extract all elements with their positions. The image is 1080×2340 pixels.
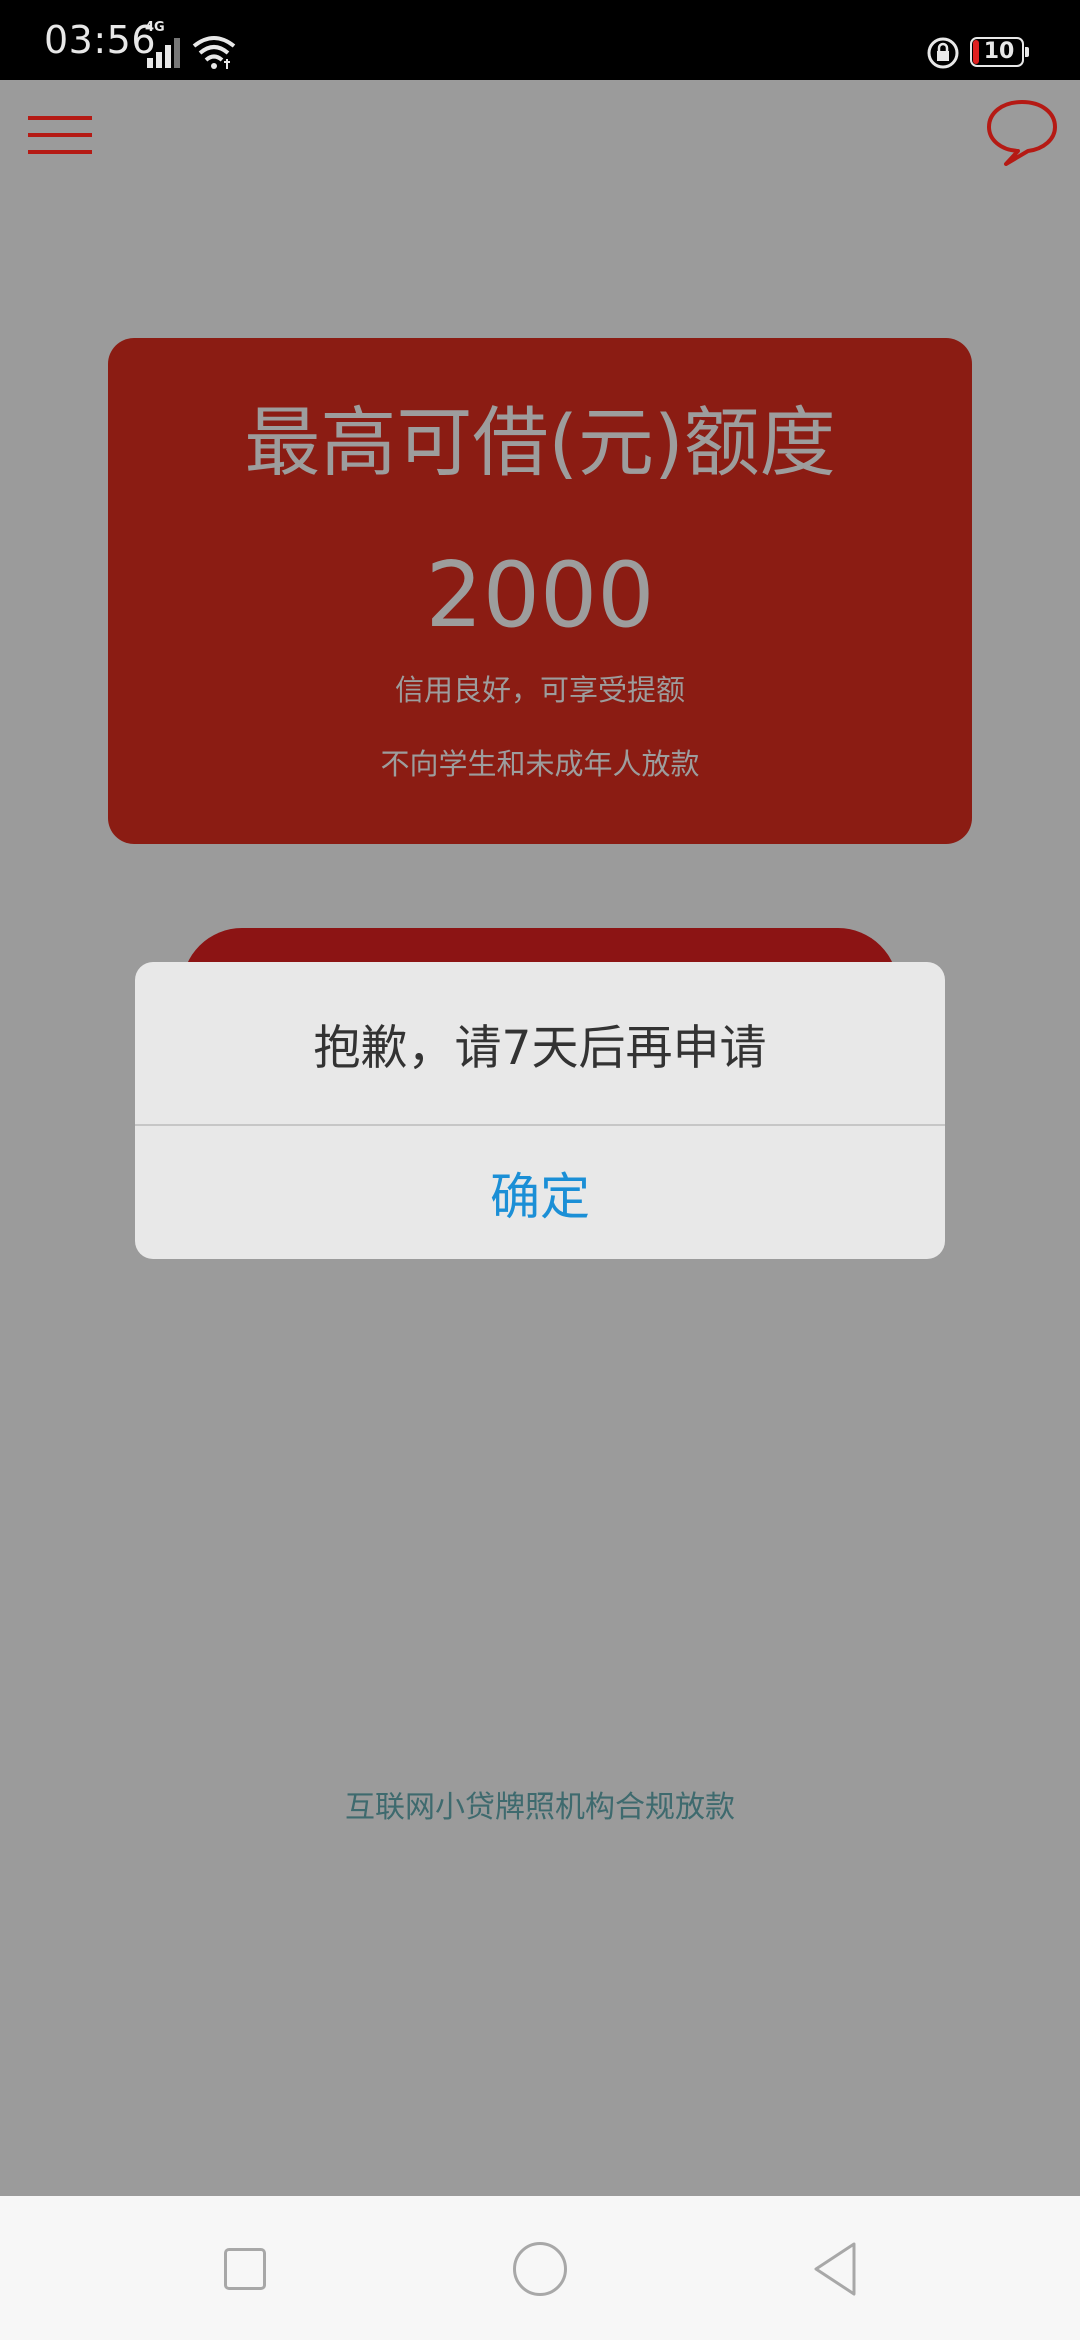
wifi-icon [192,36,236,69]
back-icon[interactable] [810,2240,860,2298]
hamburger-menu-icon[interactable] [28,112,92,158]
network-label: 4G [145,20,165,35]
status-time: 03:56 [44,18,157,62]
chat-bubble-icon[interactable] [984,96,1060,168]
footer-note: 互联网小贷牌照机构合规放款 [345,1790,735,1825]
alert-dialog: 抱歉，请7天后再申请 确定 [135,962,945,1259]
battery-level: 10 [983,39,1015,64]
status-bar: 03:56 4G 10 [0,0,1080,80]
credit-limit-subtitle-2: 不向学生和未成年人放款 [380,747,700,781]
signal-icon [147,38,180,68]
rotation-lock-icon [927,37,959,69]
dialog-confirm-button[interactable]: 确定 [135,1126,945,1259]
credit-limit-card: 最高可借(元)额度 2000 信用良好，可享受提额 不向学生和未成年人放款 [108,338,972,844]
screen: 03:56 4G 10 最高可借(元)额度 2000 信用良好，可享受提额 不向… [0,0,1080,2340]
home-icon[interactable] [513,2242,567,2296]
recent-apps-icon[interactable] [224,2248,266,2290]
credit-limit-amount: 2000 [425,543,655,648]
credit-limit-title: 最高可借(元)额度 [244,398,836,487]
dialog-message: 抱歉，请7天后再申请 [313,1020,767,1076]
credit-limit-subtitle-1: 信用良好，可享受提额 [394,673,685,707]
battery-icon: 10 [970,37,1032,69]
navigation-bar [0,2196,1080,2340]
